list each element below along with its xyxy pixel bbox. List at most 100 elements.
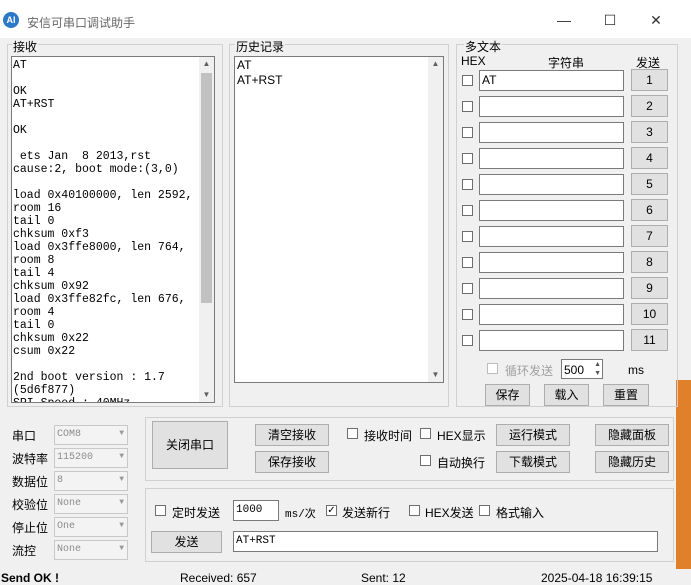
multi-text-input-1[interactable]: AT (479, 70, 624, 91)
hex-display-label: HEX显示 (437, 429, 486, 443)
multi-send-button-2[interactable]: 2 (631, 95, 668, 117)
port-select[interactable]: COM8 ▼ (54, 425, 128, 445)
timer-send-checkbox[interactable] (155, 505, 166, 516)
parity-select[interactable]: None ▼ (54, 494, 128, 514)
multi-text-input-3[interactable] (479, 122, 624, 143)
multi-send-button-11[interactable]: 11 (631, 329, 668, 351)
multi-hex-checkbox-4[interactable] (462, 153, 473, 164)
receive-line: room 8 (13, 254, 55, 267)
status-message: Send OK ! (1, 571, 60, 585)
receive-textbox[interactable]: AT OK AT+RST OK ets Jan 8 2013,rst cause:2, … (11, 56, 215, 403)
hex-display-checkbox[interactable] (420, 428, 431, 439)
multi-hex-checkbox-5[interactable] (462, 179, 473, 190)
status-datetime: 2025-04-18 16:39:15 (541, 571, 653, 585)
baud-select[interactable]: 115200 ▼ (54, 448, 128, 468)
multi-send-button-9[interactable]: 9 (631, 277, 668, 299)
hide-panel-button[interactable]: 隐藏面板 (595, 424, 669, 446)
multi-send-button-3[interactable]: 3 (631, 121, 668, 143)
multi-hex-checkbox-10[interactable] (462, 309, 473, 320)
receive-line (13, 111, 214, 124)
history-scrollbar[interactable]: ▲ ▼ (428, 57, 443, 382)
scroll-down-icon[interactable]: ▼ (428, 368, 443, 382)
run-mode-button[interactable]: 运行模式 (496, 424, 570, 446)
receive-time-checkbox[interactable] (347, 428, 358, 439)
data-bits-select[interactable]: 8 ▼ (54, 471, 128, 491)
receive-line (13, 72, 214, 85)
auto-wrap-checkbox[interactable] (420, 455, 431, 466)
receive-text: AT OK AT+RST OK ets Jan 8 2013,rst cause:2, … (12, 57, 214, 402)
spinner-arrows-icon[interactable]: ▲ ▼ (594, 360, 601, 378)
multi-send-button-10[interactable]: 10 (631, 303, 668, 325)
stop-bits-value: One (57, 521, 76, 532)
multi-send-button-7[interactable]: 7 (631, 225, 668, 247)
receive-line: tail 0 (13, 215, 55, 228)
multi-send-button-6[interactable]: 6 (631, 199, 668, 221)
multi-hex-checkbox-1[interactable] (462, 75, 473, 86)
close-port-button[interactable]: 关闭串口 (152, 421, 228, 469)
multi-send-button-1[interactable]: 1 (631, 69, 668, 91)
maximize-button[interactable]: ☐ (592, 8, 628, 32)
app-logo-icon: AI (3, 12, 19, 28)
receive-line: load 0x3ffe8000, len 764, (13, 241, 186, 254)
multi-hex-checkbox-7[interactable] (462, 231, 473, 242)
multi-text-input-9[interactable] (479, 278, 624, 299)
multi-hex-checkbox-9[interactable] (462, 283, 473, 294)
multi-hex-checkbox-2[interactable] (462, 101, 473, 112)
receive-line: tail 4 (13, 267, 55, 280)
history-item[interactable]: AT+RST (237, 73, 443, 88)
scroll-up-icon[interactable]: ▲ (428, 57, 443, 71)
history-items[interactable]: AT AT+RST (235, 57, 443, 88)
format-input-label: 格式输入 (496, 506, 545, 520)
send-text-input[interactable]: AT+RST (233, 531, 658, 552)
multi-send-button-8[interactable]: 8 (631, 251, 668, 273)
history-list[interactable]: AT AT+RST ▲ ▼ (234, 56, 444, 383)
receive-line: load 0x3ffe82fc, len 676, (13, 293, 186, 306)
multi-hex-checkbox-6[interactable] (462, 205, 473, 216)
multi-text-input-5[interactable] (479, 174, 624, 195)
history-item[interactable]: AT (237, 58, 443, 73)
receive-line: SPI Speed : 40MHz (13, 397, 214, 402)
multi-send-button-5[interactable]: 5 (631, 173, 668, 195)
send-button[interactable]: 发送 (151, 531, 222, 553)
flow-control-value: None (57, 544, 82, 555)
timer-interval-input[interactable]: 1000 (233, 500, 279, 521)
save-multi-button[interactable]: 保存 (485, 384, 530, 406)
scroll-up-icon[interactable]: ▲ (199, 57, 214, 71)
reset-multi-button[interactable]: 重置 (603, 384, 649, 406)
clear-receive-button[interactable]: 清空接收 (255, 424, 329, 446)
receive-line: csum 0x22 (13, 345, 76, 358)
multi-text-input-2[interactable] (479, 96, 624, 117)
multi-hex-checkbox-3[interactable] (462, 127, 473, 138)
download-mode-button[interactable]: 下载模式 (496, 451, 570, 473)
scroll-down-icon[interactable]: ▼ (199, 388, 214, 402)
loop-interval-input[interactable]: 500 ▲ ▼ (561, 359, 603, 379)
loop-send-checkbox[interactable] (487, 363, 498, 374)
receive-line: room 16 (13, 202, 62, 215)
hide-history-button[interactable]: 隐藏历史 (595, 451, 669, 473)
hex-send-checkbox[interactable] (409, 505, 420, 516)
scroll-thumb[interactable] (201, 73, 212, 303)
multi-text-input-7[interactable] (479, 226, 624, 247)
save-receive-button[interactable]: 保存接收 (255, 451, 329, 473)
multi-text-input-4[interactable] (479, 148, 624, 169)
multi-text-input-6[interactable] (479, 200, 624, 221)
multi-text-input-10[interactable] (479, 304, 624, 325)
port-label: 串口 (12, 429, 37, 443)
title-bar[interactable]: AI 安信可串口调试助手 — ☐ ✕ (0, 0, 691, 38)
multi-hex-checkbox-11[interactable] (462, 335, 473, 346)
flow-control-select[interactable]: None ▼ (54, 540, 128, 560)
loop-interval-value: 500 (564, 363, 585, 377)
receive-line: OK (13, 124, 27, 137)
multi-send-button-4[interactable]: 4 (631, 147, 668, 169)
send-newline-checkbox[interactable]: ✓ (326, 505, 337, 516)
multi-text-input-8[interactable] (479, 252, 624, 273)
load-multi-button[interactable]: 载入 (544, 384, 589, 406)
multi-text-input-11[interactable] (479, 330, 624, 351)
minimize-button[interactable]: — (546, 8, 582, 32)
stop-bits-select[interactable]: One ▼ (54, 517, 128, 537)
received-count: Received: 657 (180, 571, 257, 585)
multi-hex-checkbox-8[interactable] (462, 257, 473, 268)
format-input-checkbox[interactable] (479, 505, 490, 516)
receive-scrollbar[interactable]: ▲ ▼ (199, 57, 214, 402)
close-button[interactable]: ✕ (638, 8, 674, 32)
